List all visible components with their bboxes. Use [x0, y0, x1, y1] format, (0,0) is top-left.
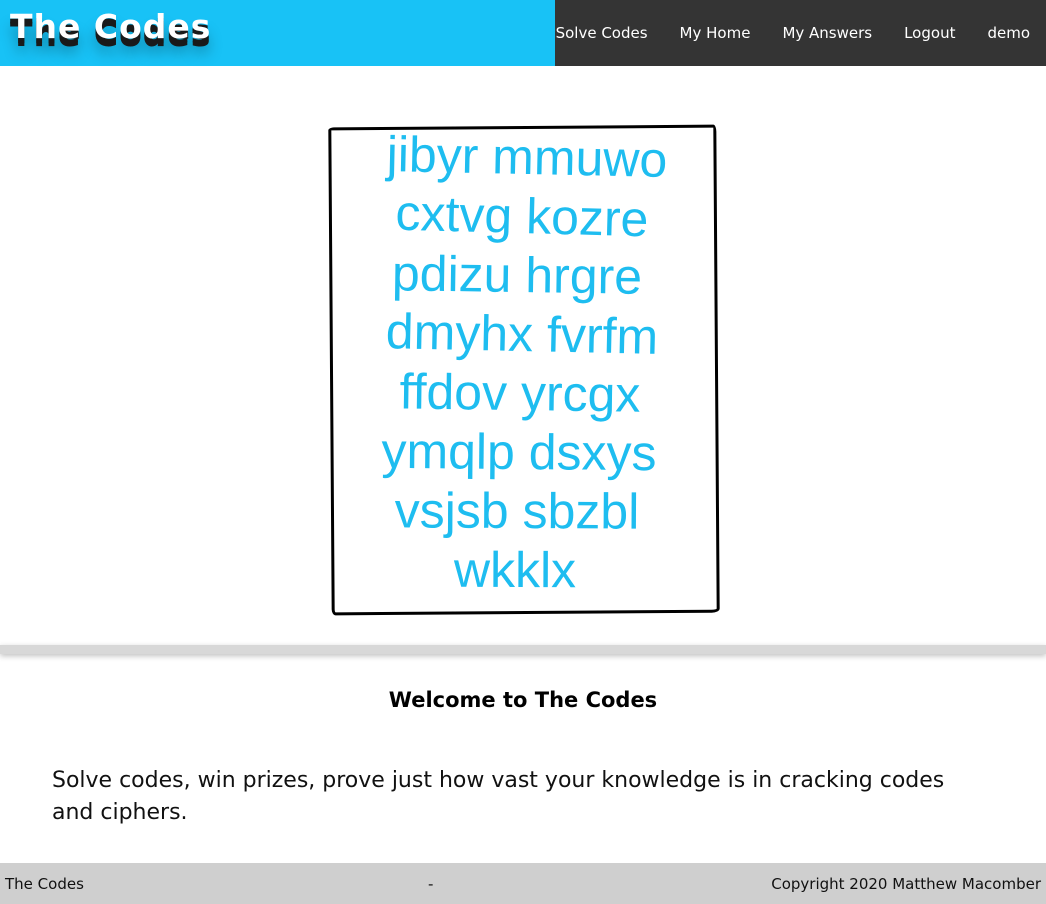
main-nav: Solve Codes My Home My Answers Logout de…: [555, 0, 1046, 66]
cipher-text: jibyr mmuwo cxtvg kozre pdizu hrgre dmyh…: [330, 126, 718, 600]
nav-user-link[interactable]: demo: [987, 24, 1030, 42]
nav-solve-codes-link[interactable]: Solve Codes: [556, 24, 648, 42]
welcome-heading: Welcome to The Codes: [388, 688, 658, 712]
cipher-line: ffdov yrcgx: [399, 363, 641, 423]
cipher-line: dmyhx fvrfm: [385, 303, 659, 365]
welcome-text: Solve codes, win prizes, prove just how …: [52, 768, 945, 825]
cipher-line: ymqlp dsxys: [381, 422, 657, 482]
site-header: The Codes Solve Codes My Home My Answers…: [0, 0, 1046, 66]
cipher-line: wkklx: [453, 541, 577, 599]
nav-logout-link[interactable]: Logout: [904, 24, 955, 42]
site-logo[interactable]: The Codes: [10, 7, 211, 46]
cipher-line: vsjsb sbzbl: [394, 482, 640, 540]
section-divider: [0, 645, 1046, 654]
nav-my-home-link[interactable]: My Home: [680, 24, 751, 42]
cipher-line: cxtvg kozre: [394, 184, 650, 248]
footer-site-name: The Codes: [5, 875, 84, 893]
cipher-line: jibyr mmuwo: [386, 126, 668, 188]
site-footer: The Codes - Copyright 2020 Matthew Macom…: [0, 863, 1046, 904]
cipher-line: pdizu hrgre: [391, 245, 643, 305]
footer-copyright: Copyright 2020 Matthew Macomber: [771, 875, 1041, 893]
footer-separator: -: [428, 875, 434, 893]
brand-bar: The Codes: [0, 0, 555, 66]
nav-my-answers-link[interactable]: My Answers: [782, 24, 872, 42]
